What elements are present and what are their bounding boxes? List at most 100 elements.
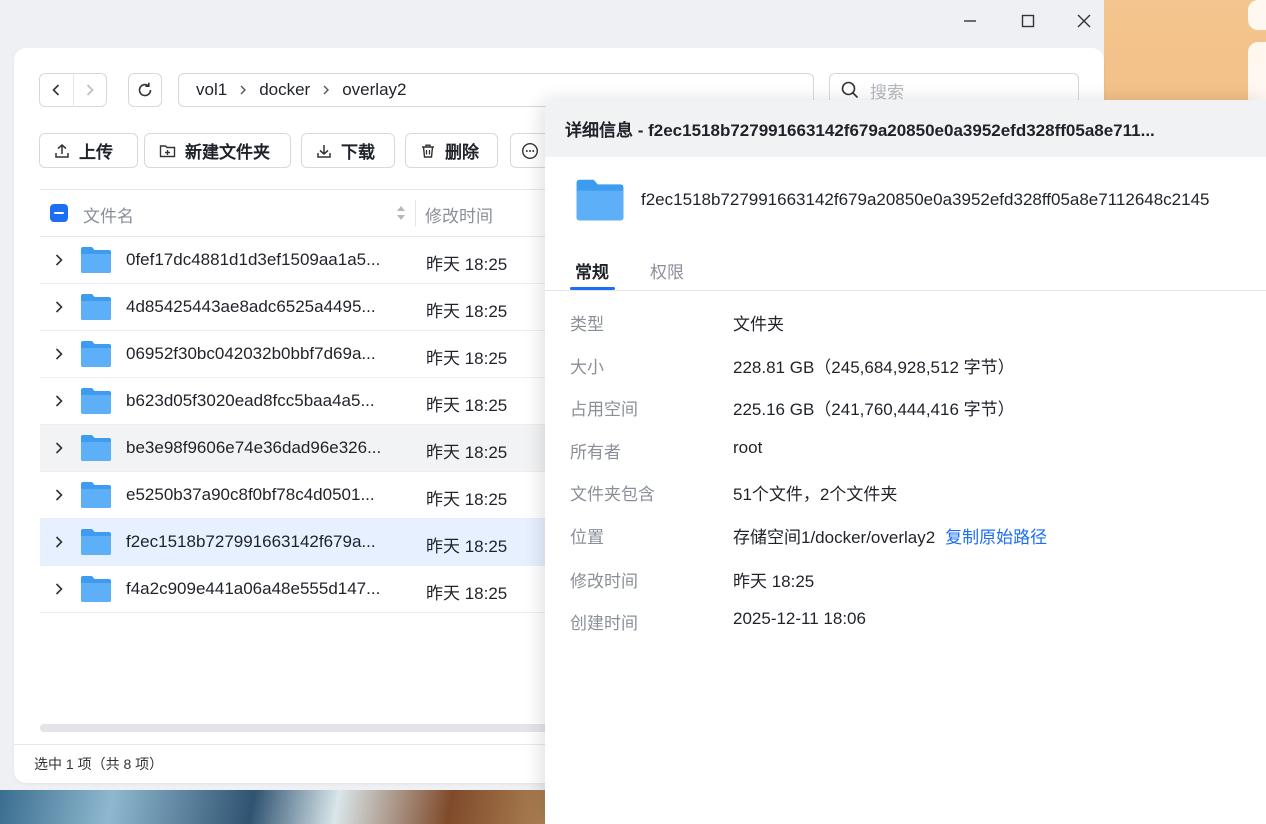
chevron-right-icon[interactable] bbox=[54, 347, 64, 361]
forward-button[interactable] bbox=[74, 73, 107, 107]
detail-tabs: 常规 权限 bbox=[545, 250, 1266, 291]
tab-general[interactable]: 常规 bbox=[575, 258, 609, 283]
select-all-checkbox[interactable] bbox=[50, 204, 68, 222]
more-icon bbox=[521, 142, 539, 159]
new-folder-label: 新建文件夹 bbox=[185, 143, 270, 162]
file-name: 0fef17dc4881d1d3ef1509aa1a5... bbox=[126, 250, 381, 269]
prop-used-space: 占用空间 225.16 GB（241,760,444,416 字节） bbox=[570, 395, 1015, 420]
file-modified: 昨天 18:25 bbox=[426, 302, 508, 321]
table-row-selected[interactable]: f2ec1518b727991663142f679a... 昨天 18:25 bbox=[40, 519, 580, 566]
folder-icon bbox=[81, 294, 111, 320]
prop-label: 所有者 bbox=[570, 443, 621, 462]
folder-icon bbox=[81, 341, 111, 367]
horizontal-scrollbar[interactable] bbox=[40, 724, 560, 732]
chevron-right-icon bbox=[86, 84, 94, 96]
column-name-header[interactable]: 文件名 bbox=[83, 202, 134, 227]
file-modified: 昨天 18:25 bbox=[426, 349, 508, 368]
wallpaper-card bbox=[1248, 0, 1266, 30]
table-row[interactable]: b623d05f3020ead8fcc5baa4a5... 昨天 18:25 bbox=[40, 378, 580, 425]
folder-icon bbox=[81, 482, 111, 508]
sort-icon[interactable] bbox=[396, 203, 406, 223]
maximize-icon bbox=[1021, 14, 1035, 28]
chevron-right-icon[interactable] bbox=[54, 441, 64, 455]
table-row[interactable]: f4a2c909e441a06a48e555d147... 昨天 18:25 bbox=[40, 566, 580, 613]
prop-label: 创建时间 bbox=[570, 614, 638, 633]
breadcrumb-item[interactable]: overlay2 bbox=[342, 80, 406, 100]
new-folder-icon bbox=[159, 144, 176, 157]
nav-group bbox=[39, 73, 107, 107]
file-modified: 昨天 18:25 bbox=[426, 396, 508, 415]
prop-value: 2025-12-11 18:06 bbox=[733, 609, 866, 628]
folder-icon bbox=[81, 529, 111, 555]
detail-panel: 详细信息 - f2ec1518b727991663142f679a20850e0… bbox=[545, 100, 1266, 824]
wallpaper-bottom bbox=[0, 790, 560, 824]
breadcrumb-item[interactable]: vol1 bbox=[196, 80, 227, 100]
back-button[interactable] bbox=[40, 73, 74, 107]
file-modified: 昨天 18:25 bbox=[426, 490, 508, 509]
table-row[interactable]: be3e98f9606e74e36dad96e326... 昨天 18:25 bbox=[40, 425, 580, 472]
table-row[interactable]: e5250b37a90c8f0bf78c4d0501... 昨天 18:25 bbox=[40, 472, 580, 519]
refresh-icon bbox=[138, 82, 152, 97]
new-folder-button[interactable]: 新建文件夹 bbox=[144, 133, 291, 168]
download-button[interactable]: 下载 bbox=[301, 133, 395, 168]
table-row[interactable]: 06952f30bc042032b0bbf7d69a... 昨天 18:25 bbox=[40, 331, 580, 378]
file-name: 06952f30bc042032b0bbf7d69a... bbox=[126, 344, 376, 363]
breadcrumb-item[interactable]: docker bbox=[259, 80, 310, 100]
prop-label: 占用空间 bbox=[570, 400, 638, 419]
minimize-button[interactable] bbox=[950, 4, 990, 38]
close-window-button[interactable] bbox=[1064, 4, 1104, 38]
copy-path-link[interactable]: 复制原始路径 bbox=[945, 523, 1047, 548]
minimize-icon bbox=[964, 20, 976, 22]
chevron-right-icon[interactable] bbox=[54, 300, 64, 314]
prop-value: root bbox=[733, 438, 763, 457]
chevron-right-icon[interactable] bbox=[54, 488, 64, 502]
detail-folder-name: f2ec1518b727991663142f679a20850e0a3952ef… bbox=[641, 190, 1210, 209]
chevron-right-icon bbox=[322, 84, 330, 96]
maximize-button[interactable] bbox=[1008, 4, 1048, 38]
chevron-right-icon[interactable] bbox=[54, 582, 64, 596]
chevron-right-icon bbox=[239, 84, 247, 96]
active-tab-indicator bbox=[570, 287, 615, 290]
upload-label: 上传 bbox=[79, 143, 113, 162]
file-name: b623d05f3020ead8fcc5baa4a5... bbox=[126, 391, 375, 410]
tab-permissions[interactable]: 权限 bbox=[650, 258, 684, 283]
upload-button[interactable]: 上传 bbox=[39, 133, 138, 168]
prop-value: 昨天 18:25 bbox=[733, 572, 815, 591]
prop-value: 228.81 GB（245,684,928,512 字节） bbox=[733, 358, 1015, 377]
column-divider[interactable] bbox=[415, 200, 416, 226]
folder-icon bbox=[81, 388, 111, 414]
table-row[interactable]: 0fef17dc4881d1d3ef1509aa1a5... 昨天 18:25 bbox=[40, 237, 580, 284]
upload-icon bbox=[55, 143, 69, 158]
delete-button[interactable]: 删除 bbox=[405, 133, 498, 168]
prop-size: 大小 228.81 GB（245,684,928,512 字节） bbox=[570, 353, 1015, 378]
search-placeholder: 搜索 bbox=[870, 82, 904, 102]
file-modified: 昨天 18:25 bbox=[426, 255, 508, 274]
prop-value: 225.16 GB（241,760,444,416 字节） bbox=[733, 400, 1015, 419]
prop-value: 文件夹 bbox=[733, 315, 784, 334]
chevron-left-icon bbox=[52, 84, 60, 96]
detail-header: f2ec1518b727991663142f679a20850e0a3952ef… bbox=[575, 178, 1210, 222]
search-icon bbox=[841, 81, 859, 99]
detail-panel-title: 详细信息 - f2ec1518b727991663142f679a20850e0… bbox=[545, 100, 1266, 157]
file-name: f4a2c909e441a06a48e555d147... bbox=[126, 579, 381, 598]
prop-contains: 文件夹包含 51个文件，2个文件夹 bbox=[570, 480, 897, 505]
prop-type: 类型 文件夹 bbox=[570, 310, 784, 335]
file-modified: 昨天 18:25 bbox=[426, 443, 508, 462]
chevron-right-icon[interactable] bbox=[54, 535, 64, 549]
chevron-right-icon[interactable] bbox=[54, 253, 64, 267]
prop-label: 位置 bbox=[570, 528, 604, 547]
folder-icon bbox=[576, 179, 624, 221]
chevron-right-icon[interactable] bbox=[54, 394, 64, 408]
file-name: be3e98f9606e74e36dad96e326... bbox=[126, 438, 382, 457]
folder-icon bbox=[81, 435, 111, 461]
prop-label: 大小 bbox=[570, 358, 604, 377]
table-row[interactable]: 4d85425443ae8adc6525a4495... 昨天 18:25 bbox=[40, 284, 580, 331]
prop-value: 51个文件，2个文件夹 bbox=[733, 485, 898, 504]
close-icon bbox=[1077, 14, 1091, 28]
file-name: e5250b37a90c8f0bf78c4d0501... bbox=[126, 485, 375, 504]
column-modified-header[interactable]: 修改时间 bbox=[425, 202, 493, 227]
delete-label: 删除 bbox=[445, 143, 479, 162]
refresh-button[interactable] bbox=[128, 73, 162, 107]
file-modified: 昨天 18:25 bbox=[426, 584, 508, 603]
download-icon bbox=[317, 144, 331, 158]
